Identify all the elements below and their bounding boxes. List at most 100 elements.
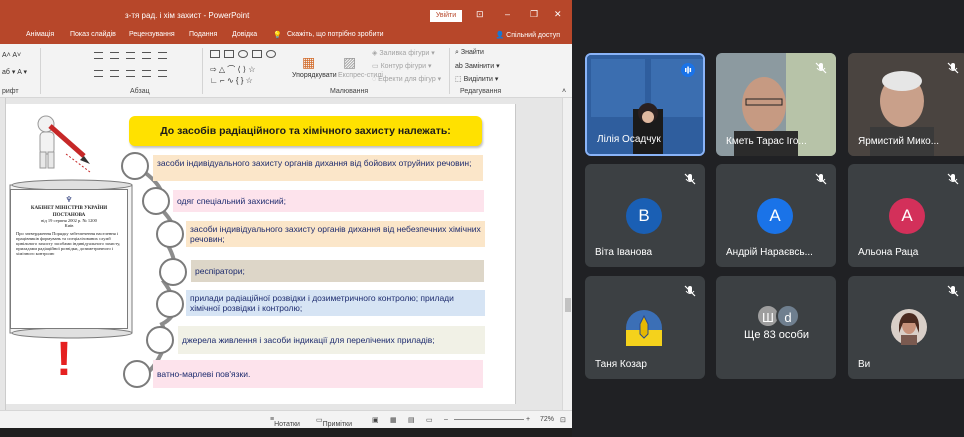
tab-help[interactable]: Довідка [232,31,257,38]
government-decree-document: ♆ КАБІНЕТ МІНІСТРІВ УКРАЇНИ ПОСТАНОВА ві… [10,189,128,329]
quick-styles-icon[interactable]: ▨ [343,54,356,71]
bullets-icon[interactable] [94,52,103,59]
tab-animation[interactable]: Анімація [26,31,54,38]
participant-tile[interactable]: Кметь Тарас Іго... [716,53,836,156]
participant-tile[interactable]: Таня Козар [585,276,705,379]
notes-button[interactable]: ≡ Нотатки [270,416,300,428]
figure-with-pencil-icon [37,115,91,173]
minimize-icon[interactable]: – [505,9,510,19]
collapse-ribbon-icon[interactable]: ˄ [562,88,566,95]
shape-outline-label: Контур фігури [380,63,427,70]
rectangle-shape-icon[interactable] [224,50,234,58]
participant-tile[interactable]: Ви [848,276,964,379]
more-participants-tile[interactable]: Ш d Ще 83 особи [716,276,836,379]
arrange-button[interactable]: Упорядкувати [292,72,337,79]
fit-slide-icon[interactable]: ⊡ [560,416,566,424]
tab-view[interactable]: Подання [189,31,217,38]
line-spacing-icon[interactable] [158,52,167,59]
list-item: прилади радіаційної розвідки і дозиметри… [186,290,485,316]
restore-icon[interactable]: ❐ [530,9,538,20]
vertical-scrollbar[interactable] [562,98,572,410]
rectangle-shape-icon[interactable] [252,50,262,58]
ribbon: A˄ A˅ аб ▾ A ▾ рифт Абзац ⇨ △ ⌒ ⟨ ⟩ ☆ ∟ … [0,44,572,98]
participant-name: Андрій Нараєвсь... [726,247,813,258]
shape-outline-button[interactable]: ▭ Контур фігури ▾ [372,62,432,70]
tab-review[interactable]: Рецензування [129,31,175,38]
participant-name: Віта Іванова [595,247,653,258]
slide-sorter-icon[interactable]: ▦ [390,416,397,424]
item-text: ватно-марлеві пов'язки. [157,369,251,379]
speaking-indicator-icon [681,63,695,77]
participant-tile[interactable]: А Андрій Нараєвсь... [716,164,836,267]
scrollbar-thumb[interactable] [565,298,571,312]
font-color-icon[interactable]: аб ▾ A ▾ [2,68,27,76]
columns-icon[interactable] [158,70,167,77]
shape-effects-label: Ефекти для фігур [378,76,436,83]
avatar: А [757,198,793,234]
mic-off-icon [946,284,960,298]
item-text: засоби індивідуального захисту органів д… [190,224,481,244]
participant-name: Лілія Осадчук [597,134,661,145]
tab-slideshow[interactable]: Показ слайдів [70,31,116,38]
drawing-group-label: Малювання [330,88,369,95]
zoom-slider[interactable] [454,419,524,420]
replace-label: Замінити [464,63,495,70]
doc-line4: Київ [64,223,74,228]
tell-me-search[interactable]: Скажіть, що потрібно зробити [287,31,384,38]
arrows-shape-icon[interactable]: ⇨ △ ⌒ ⟨ ⟩ ☆ [210,64,255,75]
reading-view-icon[interactable]: ▤ [408,416,415,424]
item-text: прилади радіаційної розвідки і дозиметри… [190,293,454,313]
participant-tile[interactable]: В Віта Іванова [585,164,705,267]
list-bullet-circle [159,258,187,286]
list-item: засоби індивідуального захисту органів д… [186,221,485,247]
replace-button[interactable]: ab Замінити ▾ [455,62,500,70]
rectangle-shape-icon[interactable] [210,50,220,58]
indent-increase-icon[interactable] [142,52,151,59]
shape-fill-button[interactable]: ◈ Заливка фігури ▾ [372,49,435,57]
shape-fill-label: Заливка фігури [379,50,430,57]
zoom-level[interactable]: 72% [540,416,554,423]
normal-view-icon[interactable]: ▣ [372,416,379,424]
ribbon-separator [40,48,41,94]
oval-shape-icon[interactable] [238,50,248,58]
ukraine-emblem-avatar-icon [626,310,662,346]
zoom-in-button[interactable]: + [526,416,530,423]
lines-shape-icon[interactable]: ∟ ⌐ ∿ { } ☆ [210,76,253,85]
sign-in-button[interactable]: Увійти [430,10,462,22]
numbering-icon[interactable] [110,52,119,59]
select-button[interactable]: ⬚ Виділити ▾ [455,75,498,83]
ribbon-display-icon[interactable]: ⊡ [476,9,484,20]
lightbulb-icon: 💡 [273,32,282,39]
slideshow-icon[interactable]: ▭ [426,416,433,424]
find-button[interactable]: ⌕ Знайти [455,49,484,57]
trident-emblem-icon: ♆ [65,195,73,204]
align-center-icon[interactable] [110,70,119,77]
avatar: В [626,198,662,234]
align-left-icon[interactable] [94,70,103,77]
shape-effects-button[interactable]: ◌ Ефекти для фігур ▾ [372,75,441,83]
slide[interactable]: До засобів радіаційного та хімічного зах… [6,104,516,404]
align-right-icon[interactable] [126,70,135,77]
oval-shape-icon[interactable] [266,50,276,58]
user-photo-avatar [891,309,927,345]
justify-icon[interactable] [142,70,151,77]
participant-name: Ярмистий Мико... [858,136,940,147]
participant-tile[interactable]: Ярмистий Мико... [848,53,964,156]
list-item: респіратори; [191,260,484,282]
bottom-strip [0,428,572,437]
zoom-out-button[interactable]: – [444,416,448,423]
comments-button[interactable]: ▭ Примітки [316,416,352,428]
participant-tile[interactable]: А Альона Раца [848,164,964,267]
list-bullet-circle [156,290,184,318]
participant-name: Кметь Тарас Іго... [726,136,807,147]
participant-tile[interactable]: Лілія Осадчук [585,53,705,156]
arrange-icon[interactable]: ▦ [302,54,315,71]
share-button[interactable]: 👤 Спільний доступ [496,31,561,39]
comments-label: Примітки [322,421,353,428]
list-item: засоби індивідуального захисту органів д… [153,155,483,181]
avatar: d [776,304,800,328]
list-bullet-circle [142,187,170,215]
indent-decrease-icon[interactable] [126,52,135,59]
close-icon[interactable]: ✕ [554,9,562,20]
font-grow-icon[interactable]: A˄ A˅ [2,52,21,59]
